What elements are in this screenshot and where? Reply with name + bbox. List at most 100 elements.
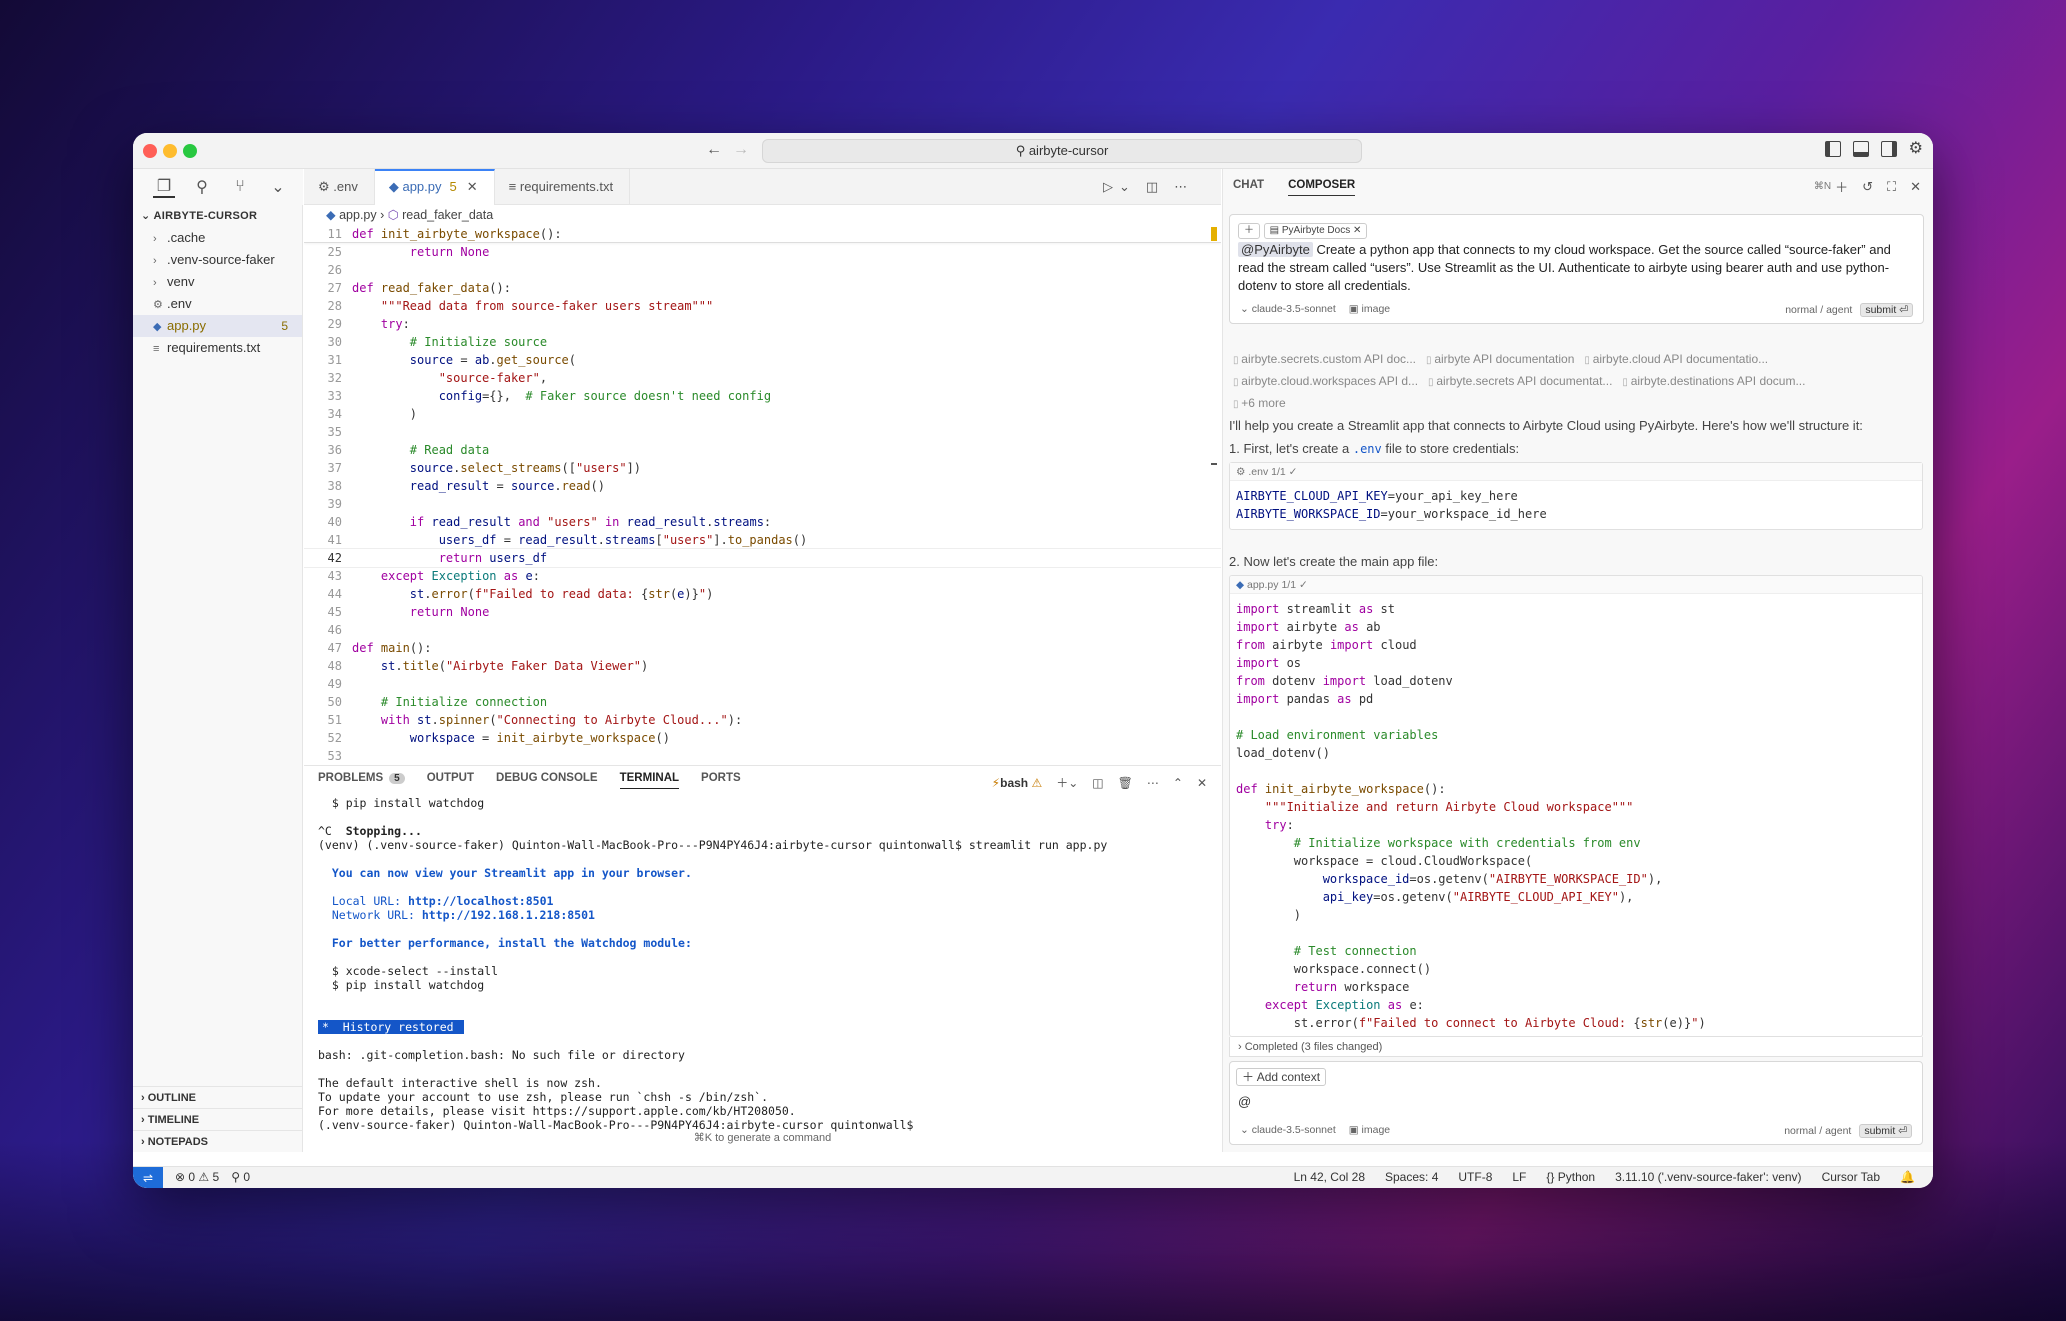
search-view-icon[interactable]: ⚲ (191, 176, 213, 198)
indentation[interactable]: Spaces: 4 (1385, 1170, 1438, 1184)
code-line[interactable]: 48 st.title("Airbyte Faker Data Viewer") (304, 657, 1221, 675)
source-control-icon[interactable]: ⑂ (229, 176, 251, 198)
close-tab-icon[interactable]: ✕ (467, 179, 478, 194)
end-of-line[interactable]: LF (1512, 1170, 1526, 1184)
doc-reference[interactable]: airbyte.cloud API documentatio... (1584, 348, 1768, 370)
code-line[interactable]: 29 try: (304, 315, 1221, 333)
command-center-search[interactable]: ⚲ airbyte-cursor (762, 139, 1362, 163)
close-icon[interactable]: ✕ (1353, 225, 1361, 236)
context-chip[interactable]: ▤ PyAirbyte Docs ✕ (1263, 223, 1368, 239)
code-line[interactable]: 51 with st.spinner("Connecting to Airbyt… (304, 711, 1221, 729)
model-selector[interactable]: ⌄ claude-3.5-sonnet (1240, 303, 1336, 315)
image-button[interactable]: ▣ image (1349, 303, 1390, 315)
code-line[interactable]: 53 (304, 747, 1221, 765)
close-panel-icon[interactable]: ✕ (1197, 776, 1207, 790)
code-line[interactable]: 43 except Exception as e: (304, 567, 1221, 585)
add-context-button[interactable]: ＋ (1238, 223, 1260, 239)
chevron-down-icon[interactable]: ⌄ (1119, 179, 1130, 195)
bell-icon[interactable]: 🔔 (1900, 1170, 1915, 1184)
explorer-root[interactable]: ⌄ AIRBYTE-CURSOR (133, 205, 302, 227)
code-line[interactable]: 45 return None (304, 603, 1221, 621)
completed-summary[interactable]: › Completed (3 files changed) (1229, 1037, 1923, 1057)
settings-gear-icon[interactable]: ⚙ (1909, 141, 1923, 157)
code-line[interactable]: 44 st.error(f"Failed to read data: {str(… (304, 585, 1221, 603)
language-mode[interactable]: {} Python (1546, 1170, 1595, 1184)
new-terminal-icon[interactable]: ＋⌄ (1056, 774, 1078, 791)
forward-arrow-icon[interactable]: → (733, 141, 749, 159)
code-line[interactable]: 35 (304, 423, 1221, 441)
code-line[interactable]: 30 # Initialize source (304, 333, 1221, 351)
chevron-down-icon[interactable]: ⌄ (267, 176, 289, 198)
toggle-secondary-sidebar-icon[interactable] (1880, 141, 1897, 157)
close-window-button[interactable] (143, 144, 157, 158)
sidebar-item[interactable]: ◆ app.py 5 (133, 315, 302, 337)
ports-status[interactable]: ⚲ 0 (231, 1170, 250, 1184)
back-arrow-icon[interactable]: ← (706, 141, 722, 159)
more-actions-icon[interactable]: ⋯ (1147, 776, 1159, 790)
run-icon[interactable]: ▷ (1103, 179, 1113, 195)
cursor-tab[interactable]: Cursor Tab (1822, 1170, 1880, 1184)
panel-tab-ports[interactable]: PORTS (701, 772, 741, 789)
terminal-output[interactable]: $ pip install watchdog ^C Stopping... (ven… (318, 796, 1211, 1152)
explorer-icon[interactable]: ❐ (153, 176, 175, 198)
trash-icon[interactable]: 🗑 (1118, 776, 1133, 790)
code-line[interactable]: 49 (304, 675, 1221, 693)
code-line[interactable]: 37 source.select_streams(["users"]) (304, 459, 1221, 477)
code-line[interactable]: 27 def read_faker_data(): (304, 279, 1221, 297)
submit-button[interactable]: submit ⏎ (1859, 1124, 1912, 1138)
zoom-window-button[interactable] (183, 144, 197, 158)
problems-status[interactable]: ⊗ 0 ⚠ 5 (175, 1170, 219, 1184)
panel-tab-output[interactable]: OUTPUT (427, 772, 474, 789)
tab-requirementstxt[interactable]: ≡ requirements.txt (495, 169, 631, 205)
code-line[interactable]: 39 (304, 495, 1221, 513)
code-block-header[interactable]: ◆ app.py 1/1 ✓ (1230, 576, 1922, 594)
new-composer-icon[interactable]: ＋ (1835, 177, 1848, 196)
code-line[interactable]: 38 read_result = source.read() (304, 477, 1221, 495)
terminal-shell-indicator[interactable]: ⚡bash ⚠ (992, 776, 1043, 790)
sidebar-item[interactable]: › venv (133, 271, 302, 293)
doc-reference[interactable]: airbyte.secrets.custom API doc... (1233, 348, 1416, 370)
model-selector[interactable]: ⌄ claude-3.5-sonnet (1240, 1124, 1336, 1136)
code-line[interactable]: 31 source = ab.get_source( (304, 351, 1221, 369)
doc-reference[interactable]: airbyte.destinations API docum... (1622, 370, 1806, 392)
doc-reference[interactable]: airbyte.cloud.workspaces API d... (1233, 370, 1418, 392)
panel-tab-debug-console[interactable]: DEBUG CONSOLE (496, 772, 598, 789)
encoding[interactable]: UTF-8 (1458, 1170, 1492, 1184)
doc-reference[interactable]: airbyte API documentation (1426, 348, 1574, 370)
expand-icon[interactable]: ⛶ (1887, 179, 1896, 195)
code-line[interactable]: 40 if read_result and "users" in read_re… (304, 513, 1221, 531)
code-line[interactable]: 33 config={}, # Faker source doesn't nee… (304, 387, 1221, 405)
composer-input-box[interactable]: ＋ ▤ PyAirbyte Docs ✕ @PyAirbyte Create a… (1229, 214, 1924, 324)
mode-selector[interactable]: normal / agent (1785, 304, 1852, 316)
code-line[interactable]: 28 """Read data from source-faker users … (304, 297, 1221, 315)
cursor-position[interactable]: Ln 42, Col 28 (1294, 1170, 1365, 1184)
image-button[interactable]: ▣ image (1349, 1124, 1390, 1136)
code-line[interactable]: 34 ) (304, 405, 1221, 423)
sidebar-item[interactable]: ≡ requirements.txt (133, 337, 302, 359)
more-actions-icon[interactable]: ⋯ (1174, 179, 1187, 195)
code-line[interactable]: 32 "source-faker", (304, 369, 1221, 387)
remote-icon[interactable]: ⇌ (133, 1167, 163, 1188)
toggle-panel-icon[interactable] (1852, 141, 1869, 157)
sidebar-section-notepads[interactable]: › NOTEPADS (133, 1130, 303, 1152)
code-line[interactable]: 26 (304, 261, 1221, 279)
follow-up-input[interactable]: @ (1238, 1094, 1251, 1109)
doc-reference[interactable]: airbyte.secrets API documentat... (1428, 370, 1612, 392)
code-line[interactable]: 50 # Initialize connection (304, 693, 1221, 711)
split-terminal-icon[interactable]: ◫ (1092, 776, 1103, 790)
minimize-window-button[interactable] (163, 144, 177, 158)
code-line[interactable]: 36 # Read data (304, 441, 1221, 459)
add-context-button[interactable]: ＋ Add context (1236, 1068, 1327, 1086)
chat-tab-composer[interactable]: COMPOSER (1288, 179, 1356, 196)
sidebar-section-timeline[interactable]: › TIMELINE (133, 1108, 303, 1130)
sidebar-item[interactable]: › .venv-source-faker (133, 249, 302, 271)
tab-env[interactable]: ⚙ .env (304, 169, 375, 205)
sidebar-item[interactable]: › .cache (133, 227, 302, 249)
split-editor-icon[interactable]: ◫ (1146, 179, 1158, 195)
panel-tab-terminal[interactable]: TERMINAL (619, 772, 680, 789)
close-icon[interactable]: ✕ (1910, 179, 1921, 195)
follow-up-input-box[interactable]: ＋ Add context @ ⌄ claude-3.5-sonnet ▣ im… (1229, 1061, 1923, 1145)
submit-button[interactable]: submit ⏎ (1860, 303, 1913, 317)
code-block-header[interactable]: ⚙ .env 1/1 ✓ (1230, 463, 1922, 481)
chat-tab-chat[interactable]: CHAT (1233, 179, 1264, 196)
